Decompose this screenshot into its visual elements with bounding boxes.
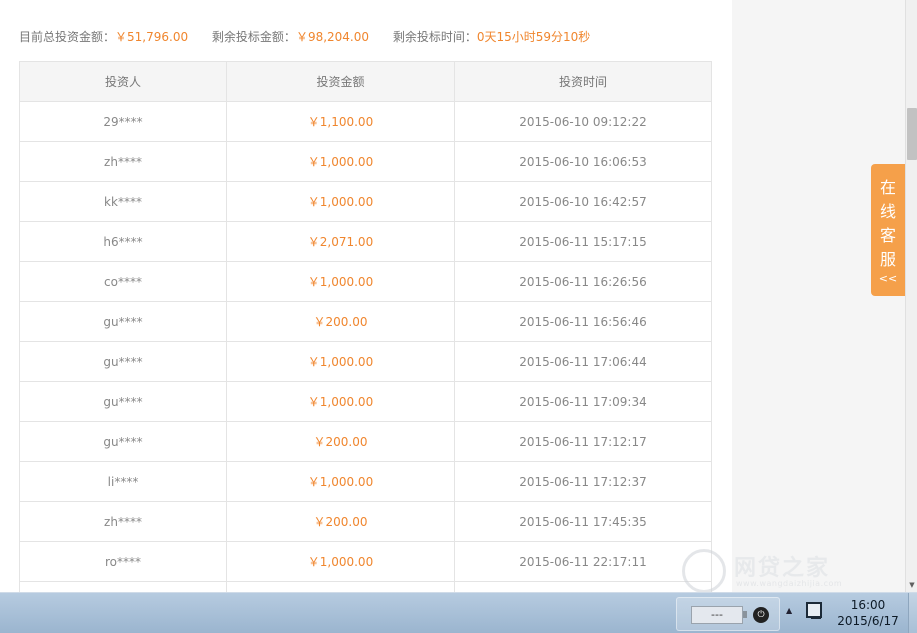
investor-cell: zh****	[19, 501, 227, 542]
watermark-cn: 网贷之家	[734, 556, 831, 581]
investment-summary: 目前总投资金额：￥51,796.00 剩余投标金额：￥98,204.00 剩余投…	[19, 28, 610, 45]
table-row: zh**** ￥1,000.00 2015-06-10 16:06:53	[19, 141, 712, 182]
table-row: gu**** ￥1,000.00 2015-06-11 17:09:34	[19, 381, 712, 422]
online-service-tab[interactable]: 在 线 客 服 <<	[871, 164, 905, 296]
table-header-row: 投资人 投资金额 投资时间	[19, 61, 712, 102]
page-content: 目前总投资金额：￥51,796.00 剩余投标金额：￥98,204.00 剩余投…	[0, 0, 732, 592]
triangle-down-icon[interactable]: ▼	[907, 580, 917, 590]
table-row: gu**** ￥200.00 2015-06-11 17:12:17	[19, 421, 712, 462]
ime-indicator[interactable]: ---	[691, 606, 743, 624]
time-cell: 2015-06-11 17:12:17	[454, 421, 712, 462]
time-cell: 2015-06-11 16:56:46	[454, 301, 712, 342]
watermark-logo-icon	[682, 549, 726, 593]
table-row: li**** ￥1,000.00 2015-06-11 17:12:37	[19, 461, 712, 502]
summary-remaining-amount-value: ￥98,204.00	[295, 30, 370, 44]
column-header-time: 投资时间	[454, 61, 712, 102]
watermark: 网贷之家 www.wangdaizhijia.com	[682, 548, 872, 594]
investor-cell: gu****	[19, 421, 227, 462]
summary-remaining-amount: 剩余投标金额：￥98,204.00	[211, 30, 370, 44]
investor-cell	[19, 581, 227, 592]
amount-cell: ￥1,000.00	[226, 461, 455, 502]
amount-cell: ￥200.00	[226, 421, 455, 462]
table-row: gu**** ￥200.00 2015-06-11 16:56:46	[19, 301, 712, 342]
table-row	[19, 581, 712, 592]
amount-cell: ￥1,100.00	[226, 101, 455, 142]
network-icon[interactable]	[806, 602, 822, 619]
table-row: 29**** ￥1,100.00 2015-06-10 09:12:22	[19, 101, 712, 142]
table-row: kk**** ￥1,000.00 2015-06-10 16:42:57	[19, 181, 712, 222]
amount-cell: ￥200.00	[226, 501, 455, 542]
amount-cell: ￥1,000.00	[226, 181, 455, 222]
investor-cell: ro****	[19, 541, 227, 582]
amount-cell: ￥1,000.00	[226, 341, 455, 382]
system-tray-group: --- ⏻	[676, 597, 780, 631]
summary-total: 目前总投资金额：￥51,796.00	[19, 30, 189, 44]
time-cell: 2015-06-11 15:17:15	[454, 221, 712, 262]
taskbar: --- ⏻ ▲ 16:00 2015/6/17	[0, 592, 917, 633]
investor-cell: zh****	[19, 141, 227, 182]
investor-cell: co****	[19, 261, 227, 302]
amount-cell: ￥200.00	[226, 301, 455, 342]
time-cell: 2015-06-10 09:12:22	[454, 101, 712, 142]
summary-remaining-time-value: 0天15小时59分10秒	[476, 30, 591, 44]
investor-cell: gu****	[19, 341, 227, 382]
time-cell: 2015-06-10 16:42:57	[454, 181, 712, 222]
show-desktop-button[interactable]	[908, 593, 917, 633]
column-header-investor: 投资人	[19, 61, 227, 102]
summary-total-value: ￥51,796.00	[115, 30, 189, 44]
table-row: ro**** ￥1,000.00 2015-06-11 22:17:11	[19, 541, 712, 582]
investor-cell: gu****	[19, 381, 227, 422]
time-cell: 2015-06-11 16:26:56	[454, 261, 712, 302]
taskbar-clock[interactable]: 16:00 2015/6/17	[832, 597, 904, 629]
table-row: h6**** ￥2,071.00 2015-06-11 15:17:15	[19, 221, 712, 262]
watermark-en: www.wangdaizhijia.com	[736, 579, 843, 588]
amount-cell	[226, 581, 455, 592]
table-row: gu**** ￥1,000.00 2015-06-11 17:06:44	[19, 341, 712, 382]
clock-time: 16:00	[850, 598, 886, 612]
time-cell: 2015-06-10 16:06:53	[454, 141, 712, 182]
right-gutter	[732, 0, 905, 592]
time-cell: 2015-06-11 17:12:37	[454, 461, 712, 502]
time-cell: 2015-06-11 17:06:44	[454, 341, 712, 382]
time-cell	[454, 581, 712, 592]
amount-cell: ￥1,000.00	[226, 381, 455, 422]
amount-cell: ￥1,000.00	[226, 261, 455, 302]
online-service-label: 在 线 客 服	[879, 178, 896, 269]
table-row: co**** ￥1,000.00 2015-06-11 16:26:56	[19, 261, 712, 302]
investor-cell: kk****	[19, 181, 227, 222]
ime-tab	[743, 611, 747, 618]
investor-cell: li****	[19, 461, 227, 502]
time-cell: 2015-06-11 17:45:35	[454, 501, 712, 542]
double-chevron-left-icon: <<	[878, 272, 898, 285]
vertical-scrollbar[interactable]: ▼	[905, 0, 917, 592]
scrollbar-thumb[interactable]	[907, 108, 917, 160]
time-cell: 2015-06-11 22:17:11	[454, 541, 712, 582]
amount-cell: ￥1,000.00	[226, 541, 455, 582]
power-plug-icon[interactable]: ⏻	[753, 607, 769, 623]
table-row: zh**** ￥200.00 2015-06-11 17:45:35	[19, 501, 712, 542]
column-header-amount: 投资金额	[226, 61, 455, 102]
clock-date: 2015/6/17	[837, 614, 899, 628]
amount-cell: ￥2,071.00	[226, 221, 455, 262]
investor-cell: h6****	[19, 221, 227, 262]
investor-cell: 29****	[19, 101, 227, 142]
chevron-up-icon[interactable]: ▲	[786, 606, 792, 615]
investor-cell: gu****	[19, 301, 227, 342]
investment-records-table: 投资人 投资金额 投资时间 29**** ￥1,100.00 2015-06-10 …	[19, 61, 712, 592]
time-cell: 2015-06-11 17:09:34	[454, 381, 712, 422]
amount-cell: ￥1,000.00	[226, 141, 455, 182]
summary-remaining-time: 剩余投标时间：0天15小时59分10秒	[392, 30, 591, 44]
